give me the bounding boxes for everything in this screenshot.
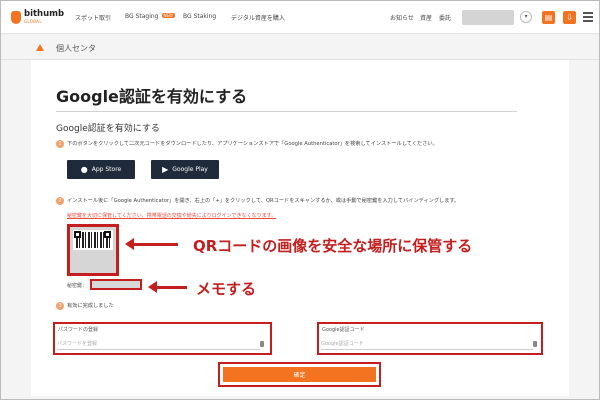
download-icon[interactable]: ⇩ bbox=[563, 11, 576, 24]
secret-key-label: 秘密鍵： bbox=[67, 283, 88, 289]
google-code-label: Google認証コード bbox=[322, 327, 365, 333]
qr-code-box bbox=[67, 224, 119, 276]
step-2-text: インストール後に「Google Authenticator」を開き、右上の「+」… bbox=[67, 198, 460, 204]
breadcrumb-label[interactable]: 個人センタ bbox=[56, 43, 96, 54]
notices-link[interactable]: お知らせ bbox=[390, 13, 414, 22]
assets-link[interactable]: 資産 bbox=[420, 13, 432, 22]
step-1-number: 1 bbox=[56, 140, 64, 148]
page-title: Google認証を有効にする bbox=[56, 87, 248, 106]
qr-annotation-text: QRコードの画像を安全な場所に保管する bbox=[193, 237, 473, 255]
confirm-highlight: 確定 bbox=[218, 362, 381, 387]
nav-bg-staging[interactable]: BG Staging NEW bbox=[125, 13, 175, 20]
logo-text: bithumb bbox=[24, 9, 65, 19]
memo-annotation-text: メモする bbox=[196, 280, 257, 298]
qr-code-image bbox=[73, 230, 113, 250]
warning-text: 秘密鍵を大切に保管してください、携帯電話の交換や紛失によりログインできなくなりま… bbox=[67, 213, 277, 219]
new-badge: NEW bbox=[161, 13, 175, 18]
top-header: bithumb GLOBAL スポット取引 BG Staging NEW BG S… bbox=[1, 1, 599, 34]
google-play-label: Google Play bbox=[172, 166, 208, 173]
warning-triangle-icon bbox=[36, 44, 44, 51]
step-2-number: 2 bbox=[56, 197, 64, 205]
qr-annotation-arrow bbox=[125, 238, 178, 250]
play-icon: ▶ bbox=[162, 164, 169, 174]
google-code-field-group: Google認証コード bbox=[317, 322, 543, 355]
lock-icon bbox=[260, 341, 264, 347]
password-field-group: パスワードの登録 bbox=[53, 322, 272, 355]
nav-buy-digital-assets[interactable]: デジタル資産を購入 bbox=[231, 13, 285, 22]
step-3-number: 3 bbox=[56, 302, 64, 310]
section-title: Google認証を有効にする bbox=[56, 124, 160, 134]
step-1-text: 下のボタンをクリックして二次元コードをダウンロードしたり、アプリケーションストア… bbox=[67, 141, 438, 147]
step-3-text: 有効に完成しました bbox=[67, 303, 114, 309]
apple-icon: ● bbox=[80, 164, 88, 174]
nav-spot-trading[interactable]: スポット取引 bbox=[75, 13, 111, 22]
chevron-down-icon[interactable]: ▾ bbox=[520, 11, 532, 23]
secret-key-value bbox=[90, 279, 142, 290]
bithumb-logo[interactable]: bithumb GLOBAL bbox=[11, 10, 64, 24]
password-input[interactable] bbox=[57, 338, 260, 350]
logo-mark-icon bbox=[11, 11, 21, 24]
memo-annotation-arrow bbox=[148, 281, 187, 293]
confirm-button[interactable]: 確定 bbox=[223, 367, 376, 382]
orders-link[interactable]: 委託 bbox=[439, 13, 451, 22]
title-divider bbox=[56, 111, 517, 112]
logo-subtext: GLOBAL bbox=[24, 19, 42, 24]
app-store-button[interactable]: ● App Store bbox=[67, 160, 135, 179]
breadcrumb: 個人センタ bbox=[1, 35, 599, 60]
document-icon[interactable]: ▤ bbox=[542, 11, 555, 24]
password-label: パスワードの登録 bbox=[58, 327, 99, 333]
lock-icon bbox=[533, 341, 537, 347]
menu-icon[interactable] bbox=[583, 12, 593, 22]
app-store-label: App Store bbox=[91, 166, 122, 173]
nav-bg-staging-label: BG Staging bbox=[125, 13, 159, 20]
account-name[interactable] bbox=[462, 10, 514, 25]
google-code-input[interactable] bbox=[321, 338, 533, 350]
nav-bg-staking[interactable]: BG Staking bbox=[183, 13, 216, 20]
google-play-button[interactable]: ▶ Google Play bbox=[151, 160, 219, 179]
